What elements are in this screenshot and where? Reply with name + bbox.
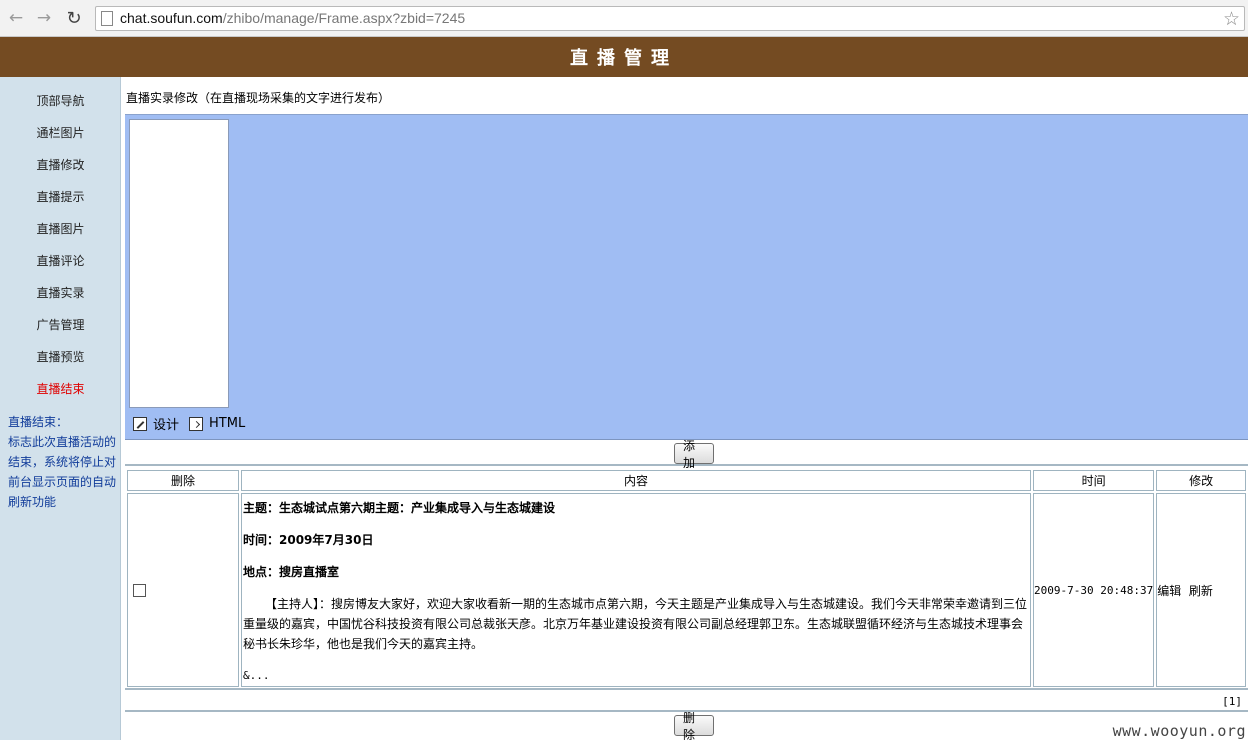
edit-link[interactable]: 编辑 (1157, 584, 1181, 598)
sidebar-item-live-end[interactable]: 直播结束 (0, 379, 121, 411)
delete-row: 删除 (125, 711, 1248, 740)
html-icon (189, 416, 204, 431)
tab-design[interactable]: 设计 (133, 414, 179, 433)
content-place: 地点：搜房直播室 (243, 565, 340, 579)
content-date: 时间：2009年7月30日 (243, 533, 374, 547)
banner-title: 直播管理 (570, 48, 678, 69)
sidebar-item-live-comments[interactable]: 直播评论 (0, 251, 121, 283)
tab-html-label: HTML (209, 416, 246, 431)
sidebar-item-ad-manage[interactable]: 广告管理 (0, 315, 121, 347)
sidebar-item-live-record[interactable]: 直播实录 (0, 283, 121, 315)
add-row: 添加 (125, 439, 1248, 470)
reload-icon[interactable]: ↻ (64, 8, 84, 29)
add-button[interactable]: 添加 (674, 439, 714, 470)
header-content: 内容 (241, 470, 1031, 491)
content-cell: 主题：生态城试点第六期主题：产业集成导入与生态城建设 时间：2009年7月30日… (241, 493, 1031, 687)
editor-mode-tabs: 设计 HTML (133, 414, 255, 433)
content-more: &... (243, 669, 270, 682)
content-topic: 主题：生态城试点第六期主题：产业集成导入与生态城建设 (243, 501, 556, 515)
record-table: 删除 内容 时间 修改 主题：生态城试点第六期主题：产业集成导入与生态城建设 时… (125, 468, 1248, 689)
sidebar-item-live-tips[interactable]: 直播提示 (0, 187, 121, 219)
sidebar-item-banner-image[interactable]: 通栏图片 (0, 123, 121, 155)
bookmark-star-icon[interactable]: ☆ (1223, 8, 1240, 30)
refresh-link[interactable]: 刷新 (1189, 584, 1213, 598)
back-arrow-icon[interactable]: ← (6, 8, 26, 28)
page-icon (101, 11, 113, 26)
forward-arrow-icon[interactable]: → (34, 8, 54, 28)
time-cell: 2009-7-30 20:48:37 (1033, 493, 1155, 687)
tab-html[interactable]: HTML (189, 416, 245, 431)
main-content: 直播实录修改（在直播现场采集的文字进行发布） 设计 HTML 添加 删除 内容 … (125, 84, 1248, 740)
page-number-link[interactable]: [1] (1222, 695, 1242, 708)
table-row: 主题：生态城试点第六期主题：产业集成导入与生态城建设 时间：2009年7月30日… (127, 493, 1246, 687)
sidebar: 顶部导航 通栏图片 直播修改 直播提示 直播图片 直播评论 直播实录 广告管理 … (0, 77, 121, 740)
watermark: www.wooyun.org (1112, 722, 1246, 740)
sidebar-menu: 顶部导航 通栏图片 直播修改 直播提示 直播图片 直播评论 直播实录 广告管理 … (0, 91, 121, 411)
header-delete: 删除 (127, 470, 239, 491)
delete-button[interactable]: 删除 (674, 711, 714, 740)
header-time: 时间 (1033, 470, 1155, 491)
table-header: 删除 内容 时间 修改 (127, 470, 1246, 491)
help-title: 直播结束： (8, 415, 69, 429)
sidebar-help: 直播结束： 标志此次直播活动的结束，系统将停止对前台显示页面的自动刷新功能 (8, 412, 116, 512)
rich-text-editor: 设计 HTML (125, 114, 1248, 440)
content-body: 【主持人】：搜房博友大家好，欢迎大家收看新一期的生态城市点第六期，今天主题是产业… (243, 597, 1028, 651)
tab-design-label: 设计 (153, 418, 180, 433)
sidebar-item-live-edit[interactable]: 直播修改 (0, 155, 121, 187)
delete-cell (127, 493, 239, 687)
editor-input[interactable] (129, 119, 229, 408)
design-icon (133, 416, 147, 431)
address-bar[interactable]: chat.soufun.com/zhibo/manage/Frame.aspx?… (95, 6, 1245, 31)
row-select-checkbox[interactable] (133, 583, 146, 597)
browser-toolbar: ← → ↻ chat.soufun.com/zhibo/manage/Frame… (0, 0, 1248, 37)
header-modify: 修改 (1156, 470, 1246, 491)
sidebar-item-live-preview[interactable]: 直播预览 (0, 347, 121, 379)
url-path: /zhibo/manage/Frame.aspx?zbid=7245 (222, 10, 466, 26)
section-title: 直播实录修改（在直播现场采集的文字进行发布） (126, 91, 391, 105)
page-banner: 直播管理 (0, 37, 1248, 77)
url-text: chat.soufun.com/zhibo/manage/Frame.aspx?… (120, 10, 465, 26)
sidebar-item-live-images[interactable]: 直播图片 (0, 219, 121, 251)
modify-cell: 编辑 刷新 (1156, 493, 1246, 687)
url-host: chat.soufun.com (120, 10, 223, 26)
help-body: 标志此次直播活动的结束，系统将停止对前台显示页面的自动刷新功能 (8, 435, 117, 509)
sidebar-item-top-nav[interactable]: 顶部导航 (0, 91, 121, 123)
